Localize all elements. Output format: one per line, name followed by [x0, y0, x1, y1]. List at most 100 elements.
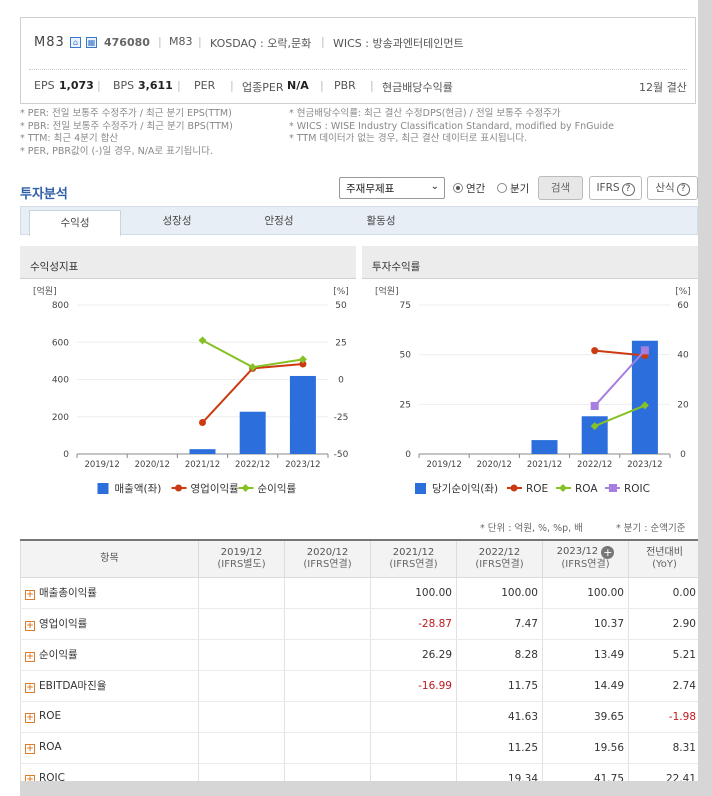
market-info: KOSDAQ : 오락,문화	[210, 37, 312, 50]
stock-summary-card: M83 ⌂ ▦ 476080 | M83 | KOSDAQ : 오락,문화 | …	[20, 17, 696, 104]
y2-tick-label: -25	[334, 413, 349, 423]
table-cell	[370, 732, 457, 764]
table-cell: 8.28	[456, 639, 543, 671]
note-line: * 현금배당수익률: 최근 결산 수정DPS(현금) / 전일 보통주 수정주가	[289, 108, 561, 119]
note-line: * WICS : WISE Industry Classification St…	[289, 120, 615, 132]
right-axis-unit: [%]	[333, 287, 349, 297]
radio-quarter-label: 분기	[510, 183, 530, 195]
right-axis-unit: [%]	[675, 287, 691, 297]
expand-plus-icon[interactable]: +	[25, 621, 35, 631]
row-label-cell[interactable]: + 순이익률	[20, 639, 199, 671]
col-year: 2020/12	[306, 546, 349, 558]
expand-plus-icon[interactable]: +	[25, 590, 35, 600]
expand-plus-icon[interactable]: +	[25, 683, 35, 693]
x-tick-label: 2023/12	[285, 460, 320, 470]
tab-activity[interactable]: 활동성	[335, 207, 427, 235]
header-item: 항목	[20, 541, 199, 578]
stock-code: 476080	[104, 36, 150, 49]
help-icon: ?	[676, 183, 690, 196]
expand-plus-icon[interactable]: +	[25, 744, 35, 754]
formula-help-button[interactable]: 산식?	[647, 176, 698, 200]
legend-marker	[241, 484, 250, 492]
table-cell: -28.87	[370, 608, 457, 640]
y-tick-label: 600	[52, 338, 69, 348]
row-label: 순이익률	[39, 649, 78, 661]
table-cell	[198, 639, 285, 671]
col-basis: (YoY)	[652, 558, 677, 570]
col-year: 2019/12	[220, 546, 263, 558]
radio-quarter[interactable]: 분기	[497, 181, 529, 196]
col-basis: (IFRS연결)	[475, 558, 524, 570]
legend-label: ROE	[526, 483, 548, 495]
col-year: 2021/12	[392, 546, 435, 558]
expand-plus-icon[interactable]: +	[25, 713, 35, 723]
notes-left: * PER: 전일 보통주 수정주가 / 최근 분기 EPS(TTM) * PB…	[20, 108, 233, 158]
row-label: 매출총이익률	[39, 587, 97, 599]
units-note: * 단위 : 억원, %, %p, 배	[480, 523, 583, 534]
table-cell	[198, 732, 285, 764]
profitability-table: 항목 2019/12 (IFRS별도) 2020/12 (IFRS연결) 2021/…	[20, 539, 701, 795]
table-row: + ROE 41.63 39.65 -1.98	[20, 701, 701, 733]
table-cell: 100.00	[370, 577, 457, 609]
legend-marker	[559, 484, 567, 492]
divider: |	[177, 79, 181, 92]
building-icon[interactable]: ▦	[86, 37, 97, 48]
col-basis: (IFRS연결)	[561, 559, 610, 571]
header-col: 전년대비 (YoY)	[628, 541, 701, 578]
investment-return-chart-panel: 투자수익률 [억원] [%] 75 60 50 40 25 20 0 0 2019/12 2020/1…	[362, 246, 698, 502]
x-tick-label: 2023/12	[627, 460, 662, 470]
x-tick-label: 2020/12	[135, 460, 170, 470]
expand-plus-icon[interactable]: +	[25, 652, 35, 662]
table-cell: 8.31	[628, 732, 701, 764]
note-line: * PER, PBR값이 (-)일 경우, N/A로 표기됩니다.	[20, 145, 213, 157]
row-label-cell[interactable]: + ROE	[20, 701, 199, 733]
tab-growth[interactable]: 성장성	[131, 207, 223, 235]
table-cell: 26.29	[370, 639, 457, 671]
table-row: + ROA 11.25 19.56 8.31	[20, 732, 701, 764]
horizontal-scrollbar[interactable]	[20, 781, 698, 796]
table-cell	[370, 701, 457, 733]
row-label-cell[interactable]: + EBITDA마진율	[20, 670, 199, 702]
col-basis: (IFRS별도)	[217, 558, 266, 570]
ifrs-help-button[interactable]: IFRS?	[589, 176, 642, 200]
legend-label: 영업이익률	[191, 482, 240, 495]
tab-stability[interactable]: 안정성	[233, 207, 325, 235]
search-button[interactable]: 검색	[538, 176, 583, 200]
panel-title: 투자수익률	[362, 246, 698, 279]
divider: |	[158, 35, 162, 48]
row-label-cell[interactable]: + 매출총이익률	[20, 577, 199, 609]
stock-subname: M83	[169, 35, 193, 48]
legend-label: ROIC	[624, 483, 650, 495]
plus-circle-icon[interactable]: +	[601, 546, 615, 560]
table-cell	[198, 608, 285, 640]
vertical-scrollbar[interactable]	[698, 0, 712, 796]
notes-right: * 현금배당수익률: 최근 결산 수정DPS(현금) / 전일 보통주 수정주가…	[289, 108, 614, 146]
col-basis: (IFRS연결)	[389, 558, 438, 570]
bps-label: BPS	[113, 79, 135, 92]
table-cell: 100.00	[542, 577, 629, 609]
home-icon[interactable]: ⌂	[70, 37, 81, 48]
radio-annual[interactable]: 연간	[453, 181, 485, 196]
tab-profitability[interactable]: 수익성	[29, 210, 121, 236]
table-cell: 13.49	[542, 639, 629, 671]
bps-value: 3,611	[138, 79, 173, 92]
row-label-cell[interactable]: + ROA	[20, 732, 199, 764]
dividend-yield-label: 현금배당수익률	[382, 81, 453, 94]
note-line: * PBR: 전일 보통주 수정주가 / 최근 분기 BPS(TTM)	[20, 120, 233, 132]
table-cell: 0.00	[628, 577, 701, 609]
series-point	[640, 346, 649, 355]
statement-select[interactable]: 주재무제표 ⌄	[339, 177, 445, 199]
note-line: * TTM: 최근 4분기 합산	[20, 133, 119, 144]
x-tick-label: 2019/12	[84, 460, 119, 470]
section-title: 투자분석	[20, 187, 68, 202]
quarter-note: * 분기 : 순액기준	[616, 523, 686, 534]
table-cell	[284, 608, 371, 640]
eps-label: EPS	[34, 79, 55, 92]
series-point	[591, 347, 599, 355]
divider: |	[97, 79, 101, 92]
bar	[189, 449, 216, 454]
row-label-cell[interactable]: + 영업이익률	[20, 608, 199, 640]
radio-annual-label: 연간	[466, 183, 486, 195]
series-point	[198, 336, 207, 345]
y2-tick-label: 40	[677, 351, 689, 361]
